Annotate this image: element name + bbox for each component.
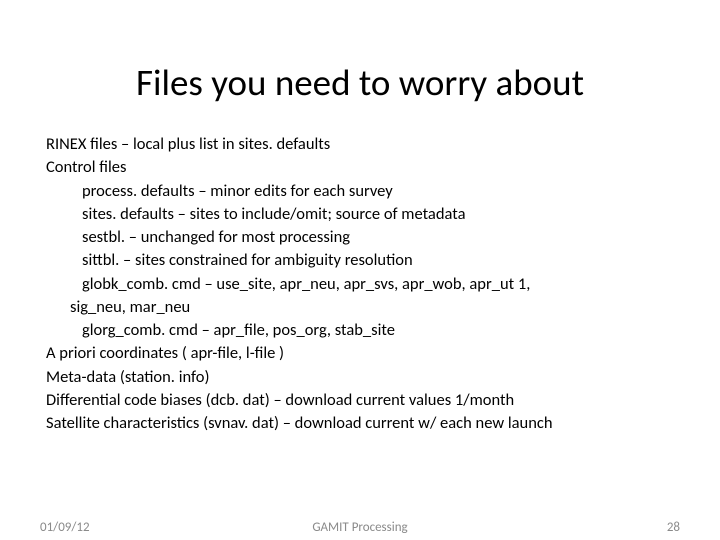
text-line: globk_comb. cmd – use_site, apr_neu, apr… [46, 273, 680, 295]
page-number: 28 [667, 520, 680, 535]
text-line: sig_neu, mar_neu [46, 296, 680, 318]
text-line: sestbl. – unchanged for most processing [46, 226, 680, 248]
text-line: Satellite characteristics (svnav. dat) –… [46, 412, 680, 434]
slide-content: RINEX files – local plus list in sites. … [40, 133, 680, 434]
text-line: sites. defaults – sites to include/omit;… [46, 203, 680, 225]
text-line: glorg_comb. cmd – apr_file, pos_org, sta… [46, 319, 680, 341]
text-line: RINEX files – local plus list in sites. … [46, 133, 680, 155]
text-line: Control files [46, 156, 680, 178]
text-line: Differential code biases (dcb. dat) – do… [46, 389, 680, 411]
slide: Files you need to worry about RINEX file… [0, 0, 720, 540]
text-line: sittbl. – sites constrained for ambiguit… [46, 249, 680, 271]
text-line: A priori coordinates ( apr-file, l-file … [46, 342, 680, 364]
slide-title: Files you need to worry about [40, 60, 680, 105]
text-line: Meta-data (station. info) [46, 366, 680, 388]
text-line: process. defaults – minor edits for each… [46, 180, 680, 202]
footer-title: GAMIT Processing [0, 520, 720, 535]
